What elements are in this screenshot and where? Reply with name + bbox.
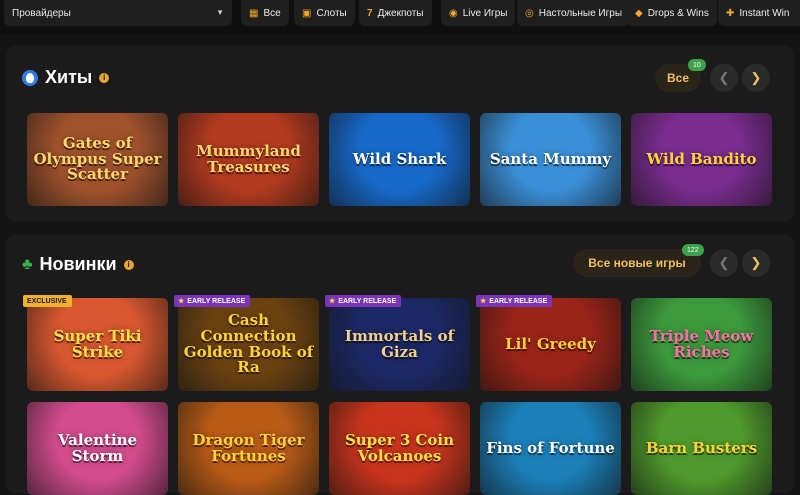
category-label: Instant Win xyxy=(739,7,790,19)
early-release-badge: ★ EARLY RELEASE xyxy=(325,295,402,307)
category-slots[interactable]: ▣ Слоты xyxy=(294,0,355,26)
section-header: ♣ Новинки i xyxy=(22,254,134,275)
game-title: Lil' Greedy xyxy=(505,334,596,353)
filter-bar: Провайдеры ▼ ▦ Все ▣ Слоты 7 Джекпоты ◉ … xyxy=(0,0,800,34)
game-title: Super 3 Coin Volcanoes xyxy=(344,430,455,465)
badge-label: EXCLUSIVE xyxy=(27,297,67,305)
game-title: Mummyland Treasures xyxy=(196,141,301,176)
game-tile[interactable]: Triple Meow Riches xyxy=(631,298,772,391)
count-value: 10 xyxy=(693,61,701,69)
game-title: Immortals of Giza xyxy=(344,326,455,361)
slot-machine-icon: ▣ xyxy=(302,7,312,19)
count-badge: 122 xyxy=(682,244,704,256)
chevron-down-icon: ▼ xyxy=(216,8,224,17)
game-title: Wild Shark xyxy=(352,149,447,168)
category-instant[interactable]: ✚ Instant Win xyxy=(718,0,800,26)
category-label: Все xyxy=(263,7,281,19)
game-tile[interactable]: Wild Shark xyxy=(329,113,470,206)
game-title: Dragon Tiger Fortunes xyxy=(192,430,305,465)
carousel-prev-button[interactable]: ❮ xyxy=(710,249,738,277)
info-icon[interactable]: i xyxy=(99,72,110,83)
game-tile[interactable]: ★ EARLY RELEASE Immortals of Giza xyxy=(325,295,470,391)
badge-label: EARLY RELEASE xyxy=(489,297,548,305)
drops-icon: ◆ xyxy=(635,7,643,19)
star-icon: ★ xyxy=(178,298,185,305)
chevron-left-icon: ❮ xyxy=(718,255,730,270)
category-live[interactable]: ◉ Live Игры xyxy=(441,0,516,26)
game-title: Super Tiki Strike xyxy=(53,326,142,361)
game-tile[interactable]: Wild Bandito xyxy=(631,113,772,206)
seven-icon: 7 xyxy=(367,7,373,19)
view-all-label: Все xyxy=(666,71,689,85)
game-tile[interactable]: EXCLUSIVE Super Tiki Strike xyxy=(23,295,168,391)
badge-label: EARLY RELEASE xyxy=(338,297,397,305)
game-title: Santa Mummy xyxy=(489,149,612,168)
category-drops[interactable]: ◆ Drops & Wins xyxy=(627,0,717,26)
category-all[interactable]: ▦ Все xyxy=(241,0,289,26)
carousel-prev-button[interactable]: ❮ xyxy=(710,64,738,92)
game-title: Wild Bandito xyxy=(646,149,757,168)
game-title: Cash Connection Golden Book of Ra xyxy=(183,311,314,377)
category-jackpots[interactable]: 7 Джекпоты xyxy=(359,0,432,26)
provider-dropdown[interactable]: Провайдеры ▼ xyxy=(4,0,232,26)
early-release-badge: ★ EARLY RELEASE xyxy=(476,295,553,307)
section-title: Новинки xyxy=(39,254,117,274)
game-tile[interactable]: Barn Busters xyxy=(631,402,772,495)
game-tile[interactable]: Gates of Olympus Super Scatter xyxy=(27,113,168,206)
clover-icon: ♣ xyxy=(22,255,33,273)
category-label: Live Игры xyxy=(462,7,508,19)
game-title: Barn Busters xyxy=(645,438,758,457)
hits-section: Хиты i Все 10 ❮ ❯ Gates of Olympus Super… xyxy=(6,46,794,222)
game-tile[interactable]: ★ EARLY RELEASE Cash Connection Golden B… xyxy=(174,295,319,391)
chip-icon: ◎ xyxy=(525,7,534,19)
category-table[interactable]: ◎ Настольные Игры xyxy=(517,0,631,26)
exclusive-badge: EXCLUSIVE xyxy=(23,295,72,307)
view-all-new-button[interactable]: Все новые игры xyxy=(573,249,701,277)
gamepad-icon: ✚ xyxy=(726,7,735,19)
game-title: Gates of Olympus Super Scatter xyxy=(33,133,162,184)
chevron-left-icon: ❮ xyxy=(718,70,730,85)
badge-label: EARLY RELEASE xyxy=(187,297,246,305)
live-icon: ◉ xyxy=(449,7,458,19)
star-icon: ★ xyxy=(480,298,487,305)
provider-dropdown-label: Провайдеры xyxy=(12,7,71,19)
section-title: Хиты xyxy=(45,67,93,87)
game-tile[interactable]: Santa Mummy xyxy=(480,113,621,206)
star-icon: ★ xyxy=(329,298,336,305)
fire-icon xyxy=(22,69,38,86)
game-title: Valentine Storm xyxy=(57,430,138,465)
category-label: Джекпоты xyxy=(377,7,424,19)
category-label: Настольные Игры xyxy=(538,7,623,19)
count-badge: 10 xyxy=(688,59,706,71)
count-value: 122 xyxy=(687,246,699,254)
section-header: Хиты i xyxy=(22,67,110,88)
game-tile[interactable]: Dragon Tiger Fortunes xyxy=(178,402,319,495)
early-release-badge: ★ EARLY RELEASE xyxy=(174,295,251,307)
game-tile[interactable]: Valentine Storm xyxy=(27,402,168,495)
chevron-right-icon: ❯ xyxy=(750,255,762,270)
game-title: Fins of Fortune xyxy=(486,438,615,457)
view-all-label: Все новые игры xyxy=(588,256,686,270)
game-tile[interactable]: ★ EARLY RELEASE Lil' Greedy xyxy=(476,295,621,391)
carousel-next-button[interactable]: ❯ xyxy=(742,64,770,92)
game-tile[interactable]: Fins of Fortune xyxy=(480,402,621,495)
carousel-next-button[interactable]: ❯ xyxy=(742,249,770,277)
game-tile[interactable]: Mummyland Treasures xyxy=(178,113,319,206)
game-title: Triple Meow Riches xyxy=(649,326,754,361)
new-games-section: ♣ Новинки i Все новые игры 122 ❮ ❯ EXCLU… xyxy=(6,234,794,495)
chevron-right-icon: ❯ xyxy=(750,70,762,85)
info-icon[interactable]: i xyxy=(123,259,134,270)
grid-icon: ▦ xyxy=(249,7,259,19)
category-label: Слоты xyxy=(316,7,347,19)
game-tile[interactable]: Super 3 Coin Volcanoes xyxy=(329,402,470,495)
category-label: Drops & Wins xyxy=(647,7,709,19)
